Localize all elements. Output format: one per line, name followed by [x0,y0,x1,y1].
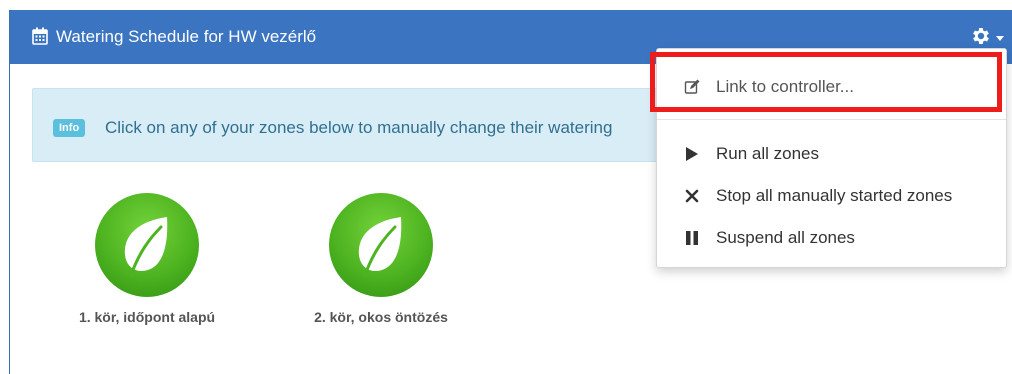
zone-1-button[interactable] [95,193,199,297]
leaf-icon [124,217,168,277]
zone-1[interactable]: 1. kör, időpont alapú [47,193,247,325]
menu-item-label: Stop all manually started zones [716,186,953,205]
zone-label: 1. kör, időpont alapú [78,309,216,325]
menu-item-label: Suspend all zones [716,228,855,247]
zone-2-button[interactable] [329,193,433,297]
menu-item-suspend-all[interactable]: Suspend all zones [657,220,1006,256]
play-icon [686,147,698,161]
menu-item-label: Run all zones [716,144,820,163]
info-text: Click on any of your zones below to manu… [105,118,613,137]
settings-menu-button[interactable] [970,25,1004,49]
pause-icon [686,231,698,245]
calendar-icon [32,27,48,45]
zone-label: 2. kör, okos öntözés [314,309,448,325]
zone-2[interactable]: 2. kör, okos öntözés [281,193,481,325]
page-title: Watering Schedule for HW vezérlő [56,27,317,46]
gear-icon [973,28,989,44]
leaf-icon [358,217,402,277]
info-badge: Info [53,119,86,137]
close-icon [685,189,699,203]
menu-divider [657,119,1006,120]
menu-item-run-all[interactable]: Run all zones [657,136,1006,172]
menu-item-stop-manual[interactable]: Stop all manually started zones [657,178,1006,214]
highlight-box [650,52,1002,112]
chevron-down-icon [996,36,1004,41]
